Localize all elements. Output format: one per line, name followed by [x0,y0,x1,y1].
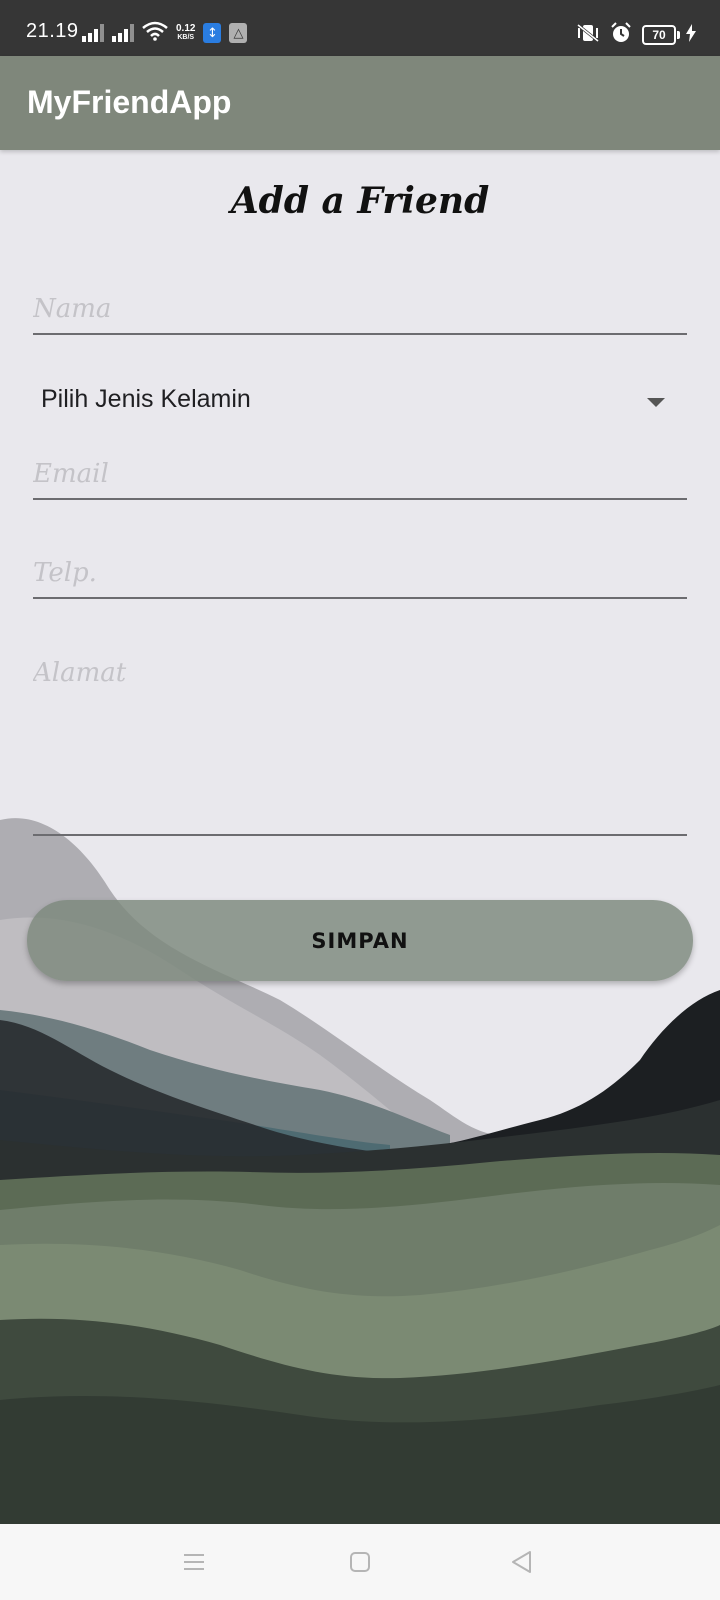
status-right-icons: 70 [576,22,696,48]
cell-signal-icon [112,24,134,42]
email-input[interactable] [33,456,687,500]
app-title: MyFriendApp [27,84,232,120]
gender-spinner[interactable]: Pilih Jenis Kelamin [33,370,687,430]
network-speed: 0.12 KB/S [176,23,196,42]
screen: 21.19 0.12 KB/S ↕ △ 70 MyFriendApp Add a… [0,0,720,1600]
navigation-bar [0,1524,720,1600]
status-bar: 21.19 0.12 KB/S ↕ △ 70 [0,0,720,56]
app-notification-icon: △ [229,23,248,43]
cell-signal-icon [82,24,104,42]
name-input[interactable] [33,290,687,335]
app-bar: MyFriendApp [0,56,720,150]
battery-indicator: 70 [642,25,680,45]
address-input[interactable] [33,658,687,836]
usb-icon: ↕ [203,23,222,43]
charging-icon [686,24,696,46]
menu-icon[interactable] [174,1542,214,1582]
dropdown-arrow-icon [647,398,665,407]
save-button[interactable]: SIMPAN [27,900,693,981]
status-left-icons: 0.12 KB/S ↕ △ [82,20,248,46]
back-icon[interactable] [502,1542,542,1582]
form-heading: Add a Friend [230,180,490,222]
gender-spinner-label: Pilih Jenis Kelamin [41,385,251,413]
phone-input[interactable] [33,555,687,599]
wifi-icon [142,21,168,45]
home-icon[interactable] [340,1542,380,1582]
vibrate-icon [576,23,600,47]
alarm-icon [610,22,632,48]
status-time: 21.19 [26,20,79,42]
